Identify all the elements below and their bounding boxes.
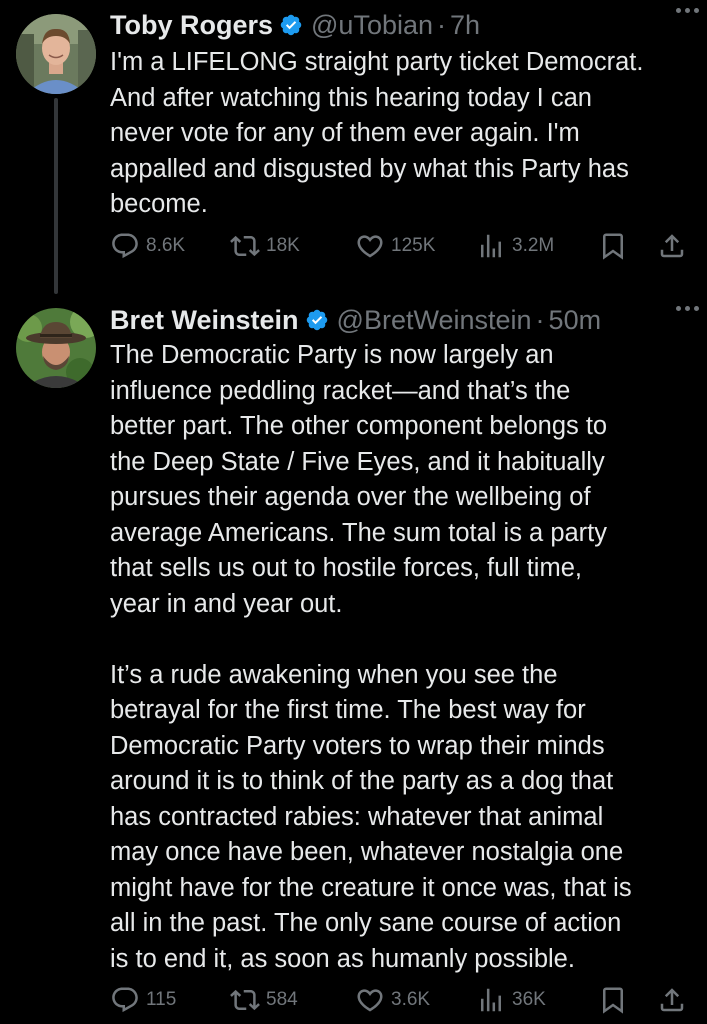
bookmark-button[interactable]	[598, 228, 628, 264]
repost-button[interactable]: 18K	[230, 228, 300, 264]
views-icon	[476, 985, 506, 1015]
display-name[interactable]: Toby Rogers	[110, 10, 273, 41]
avatar-bret-weinstein[interactable]	[16, 308, 96, 388]
views-icon	[476, 231, 506, 261]
avatar-toby-rogers[interactable]	[16, 14, 96, 94]
verified-badge-icon	[305, 308, 329, 332]
repost-icon	[230, 231, 260, 261]
repost-count: 18K	[266, 235, 300, 256]
verified-badge-icon	[279, 13, 303, 37]
display-name[interactable]: Bret Weinstein	[110, 305, 299, 336]
share-button[interactable]	[657, 228, 687, 264]
tweet-header: Toby Rogers @uTobian · 7h	[110, 5, 697, 45]
like-count: 3.6K	[391, 989, 431, 1010]
views-button[interactable]: 36K	[476, 982, 546, 1018]
tweet-bret-weinstein[interactable]: Bret Weinstein @BretWeinstein · 50m The …	[0, 298, 707, 1024]
views-button[interactable]: 3.2M	[476, 228, 554, 264]
like-count: 125K	[391, 235, 436, 256]
separator-dot: ·	[535, 304, 545, 335]
reply-button[interactable]: 115	[110, 982, 176, 1018]
share-icon	[657, 985, 687, 1015]
action-bar: 8.6K 18K 125K 3.2M	[110, 228, 695, 264]
repost-button[interactable]: 584	[230, 982, 298, 1018]
reply-count: 115	[146, 989, 177, 1010]
like-button[interactable]: 125K	[355, 228, 435, 264]
views-count: 36K	[512, 989, 546, 1010]
like-button[interactable]: 3.6K	[355, 982, 430, 1018]
share-button[interactable]	[657, 982, 687, 1018]
repost-count: 584	[266, 989, 298, 1010]
thread-connector	[54, 98, 58, 294]
repost-icon	[230, 985, 260, 1015]
reply-count: 8.6K	[146, 235, 186, 256]
reply-button[interactable]: 8.6K	[110, 228, 185, 264]
heart-icon	[355, 985, 385, 1015]
handle[interactable]: @uTobian	[311, 10, 433, 41]
reply-icon	[110, 985, 140, 1015]
action-bar: 115 584 3.6K 36K	[110, 982, 695, 1018]
handle[interactable]: @BretWeinstein	[337, 305, 532, 336]
separator-dot: ·	[437, 9, 447, 40]
timestamp[interactable]: 50m	[549, 305, 602, 336]
more-icon[interactable]	[676, 306, 699, 311]
bookmark-icon	[598, 231, 628, 261]
timestamp[interactable]: 7h	[450, 10, 480, 41]
tweet-header: Bret Weinstein @BretWeinstein · 50m	[110, 300, 697, 340]
more-icon[interactable]	[676, 8, 699, 13]
reply-icon	[110, 231, 140, 261]
share-icon	[657, 231, 687, 261]
heart-icon	[355, 231, 385, 261]
tweet-text: I'm a LIFELONG straight party ticket Dem…	[110, 48, 644, 218]
tweet-text: The Democratic Party is now largely an i…	[110, 341, 632, 973]
bookmark-icon	[598, 985, 628, 1015]
views-count: 3.2M	[512, 235, 555, 256]
tweet-toby-rogers[interactable]: Toby Rogers @uTobian · 7h I'm a LIFELONG…	[0, 0, 707, 294]
bookmark-button[interactable]	[598, 982, 628, 1018]
